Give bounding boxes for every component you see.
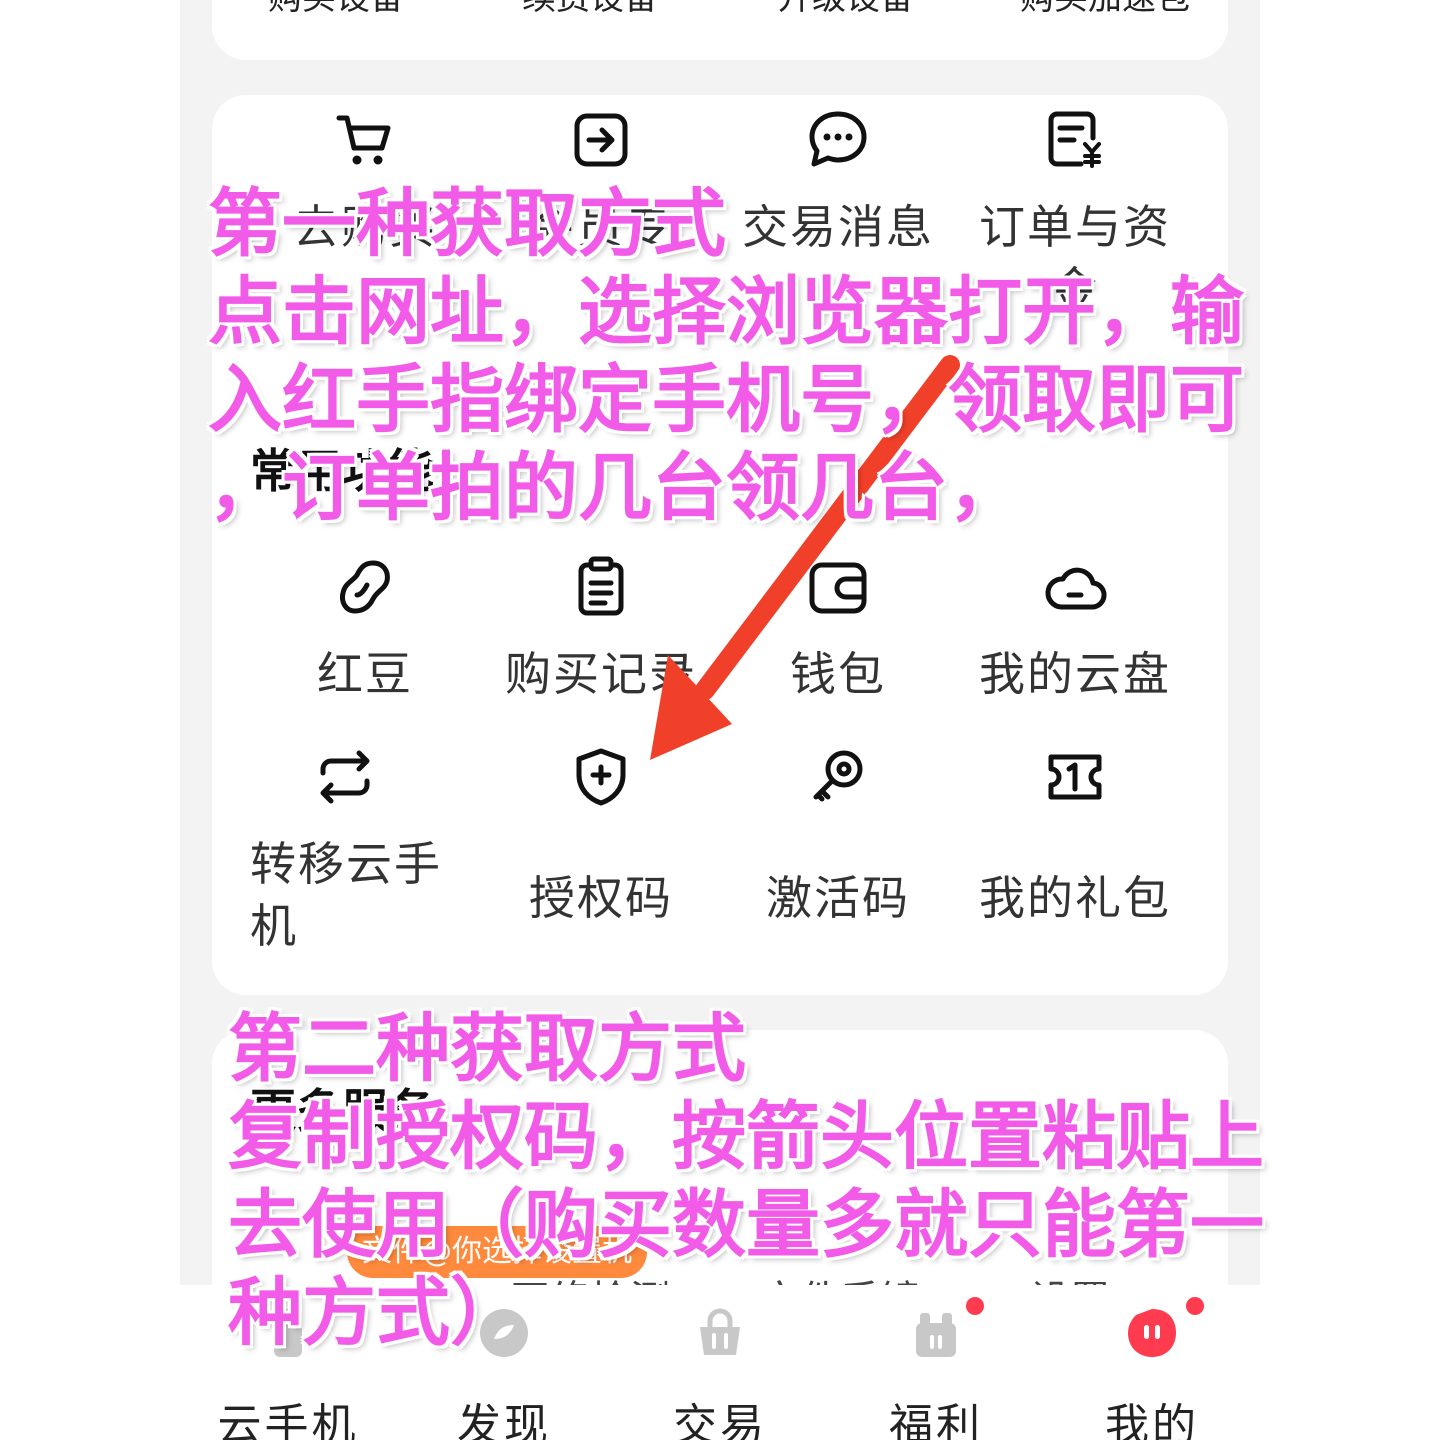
bean-icon <box>340 560 390 614</box>
method-one-line-3: ，订单拍的几台领几台， <box>208 445 1022 531</box>
buy-boost-pack-button[interactable]: 购买加速包 <box>1020 0 1190 19</box>
ticket-icon <box>1048 754 1102 800</box>
key-icon <box>813 750 863 802</box>
wallet-icon <box>809 562 867 614</box>
transfer-cloud-phone-item[interactable]: 转移云手机 <box>230 745 460 957</box>
method-two-line-1: 复制授权码，按箭头位置粘贴上 <box>228 1094 1264 1180</box>
transfer-icon <box>320 750 370 804</box>
method-one-line-1: 点击网址，选择浏览器打开，输 <box>208 269 1244 355</box>
instruction-method-two: 第二种获取方式 复制授权码，按箭头位置粘贴上 去使用（购买数量多就只能第一 种方… <box>228 1005 1264 1357</box>
method-one-heading: 第一种获取方式 <box>208 181 726 267</box>
renew-device-button[interactable]: 续费设备 <box>522 0 658 19</box>
upgrade-device-button[interactable]: 升级设备 <box>778 0 914 19</box>
purchase-history-item[interactable]: 购买记录 <box>486 555 716 705</box>
my-gift-pack-label: 我的礼包 <box>979 871 1171 925</box>
purchase-history-label: 购买记录 <box>505 647 697 701</box>
red-bean-item[interactable]: 红豆 <box>250 555 480 705</box>
cart-icon <box>336 115 391 165</box>
chat-icon <box>809 111 867 167</box>
tab-cloud-phone-label: 云手机 <box>217 1400 359 1440</box>
instruction-method-one: 第一种获取方式 点击网址，选择浏览器打开，输 入红手指绑定手机号，领取即可 ，订… <box>208 180 1244 532</box>
method-two-line-2: 去使用（购买数量多就只能第一 <box>228 1182 1264 1268</box>
enter-icon <box>574 113 628 167</box>
wallet-item[interactable]: 钱包 <box>723 555 953 705</box>
authorization-code-item[interactable]: 授权码 <box>486 745 716 929</box>
cloud-icon <box>1045 567 1107 610</box>
method-one-line-2: 入红手指绑定手机号，领取即可 <box>208 357 1244 443</box>
my-cloud-disk-item[interactable]: 我的云盘 <box>960 555 1190 705</box>
tab-welfare-label: 福利 <box>889 1400 983 1440</box>
tab-discover-label: 发现 <box>457 1400 551 1440</box>
activation-code-label: 激活码 <box>766 871 910 925</box>
transfer-cloud-phone-label: 转移云手机 <box>250 837 442 954</box>
device-actions-row: 购买设备 续费设备 升级设备 购买加速包 <box>220 0 1220 18</box>
tab-me-label: 我的 <box>1105 1400 1199 1440</box>
my-gift-pack-item[interactable]: 我的礼包 <box>960 745 1190 929</box>
wallet-label: 钱包 <box>790 647 886 701</box>
method-two-heading: 第二种获取方式 <box>228 1006 746 1092</box>
clipboard-icon <box>578 556 624 616</box>
shield-plus-icon <box>576 748 626 806</box>
buy-device-button[interactable]: 购买设备 <box>268 0 404 19</box>
authorization-code-label: 授权码 <box>529 871 673 925</box>
receipt-yen-icon <box>1048 111 1101 168</box>
my-cloud-disk-label: 我的云盘 <box>979 647 1171 701</box>
tab-trade-label: 交易 <box>673 1400 767 1440</box>
method-two-line-3: 种方式） <box>228 1270 524 1356</box>
activation-code-item[interactable]: 激活码 <box>723 745 953 929</box>
red-bean-label: 红豆 <box>317 647 413 701</box>
